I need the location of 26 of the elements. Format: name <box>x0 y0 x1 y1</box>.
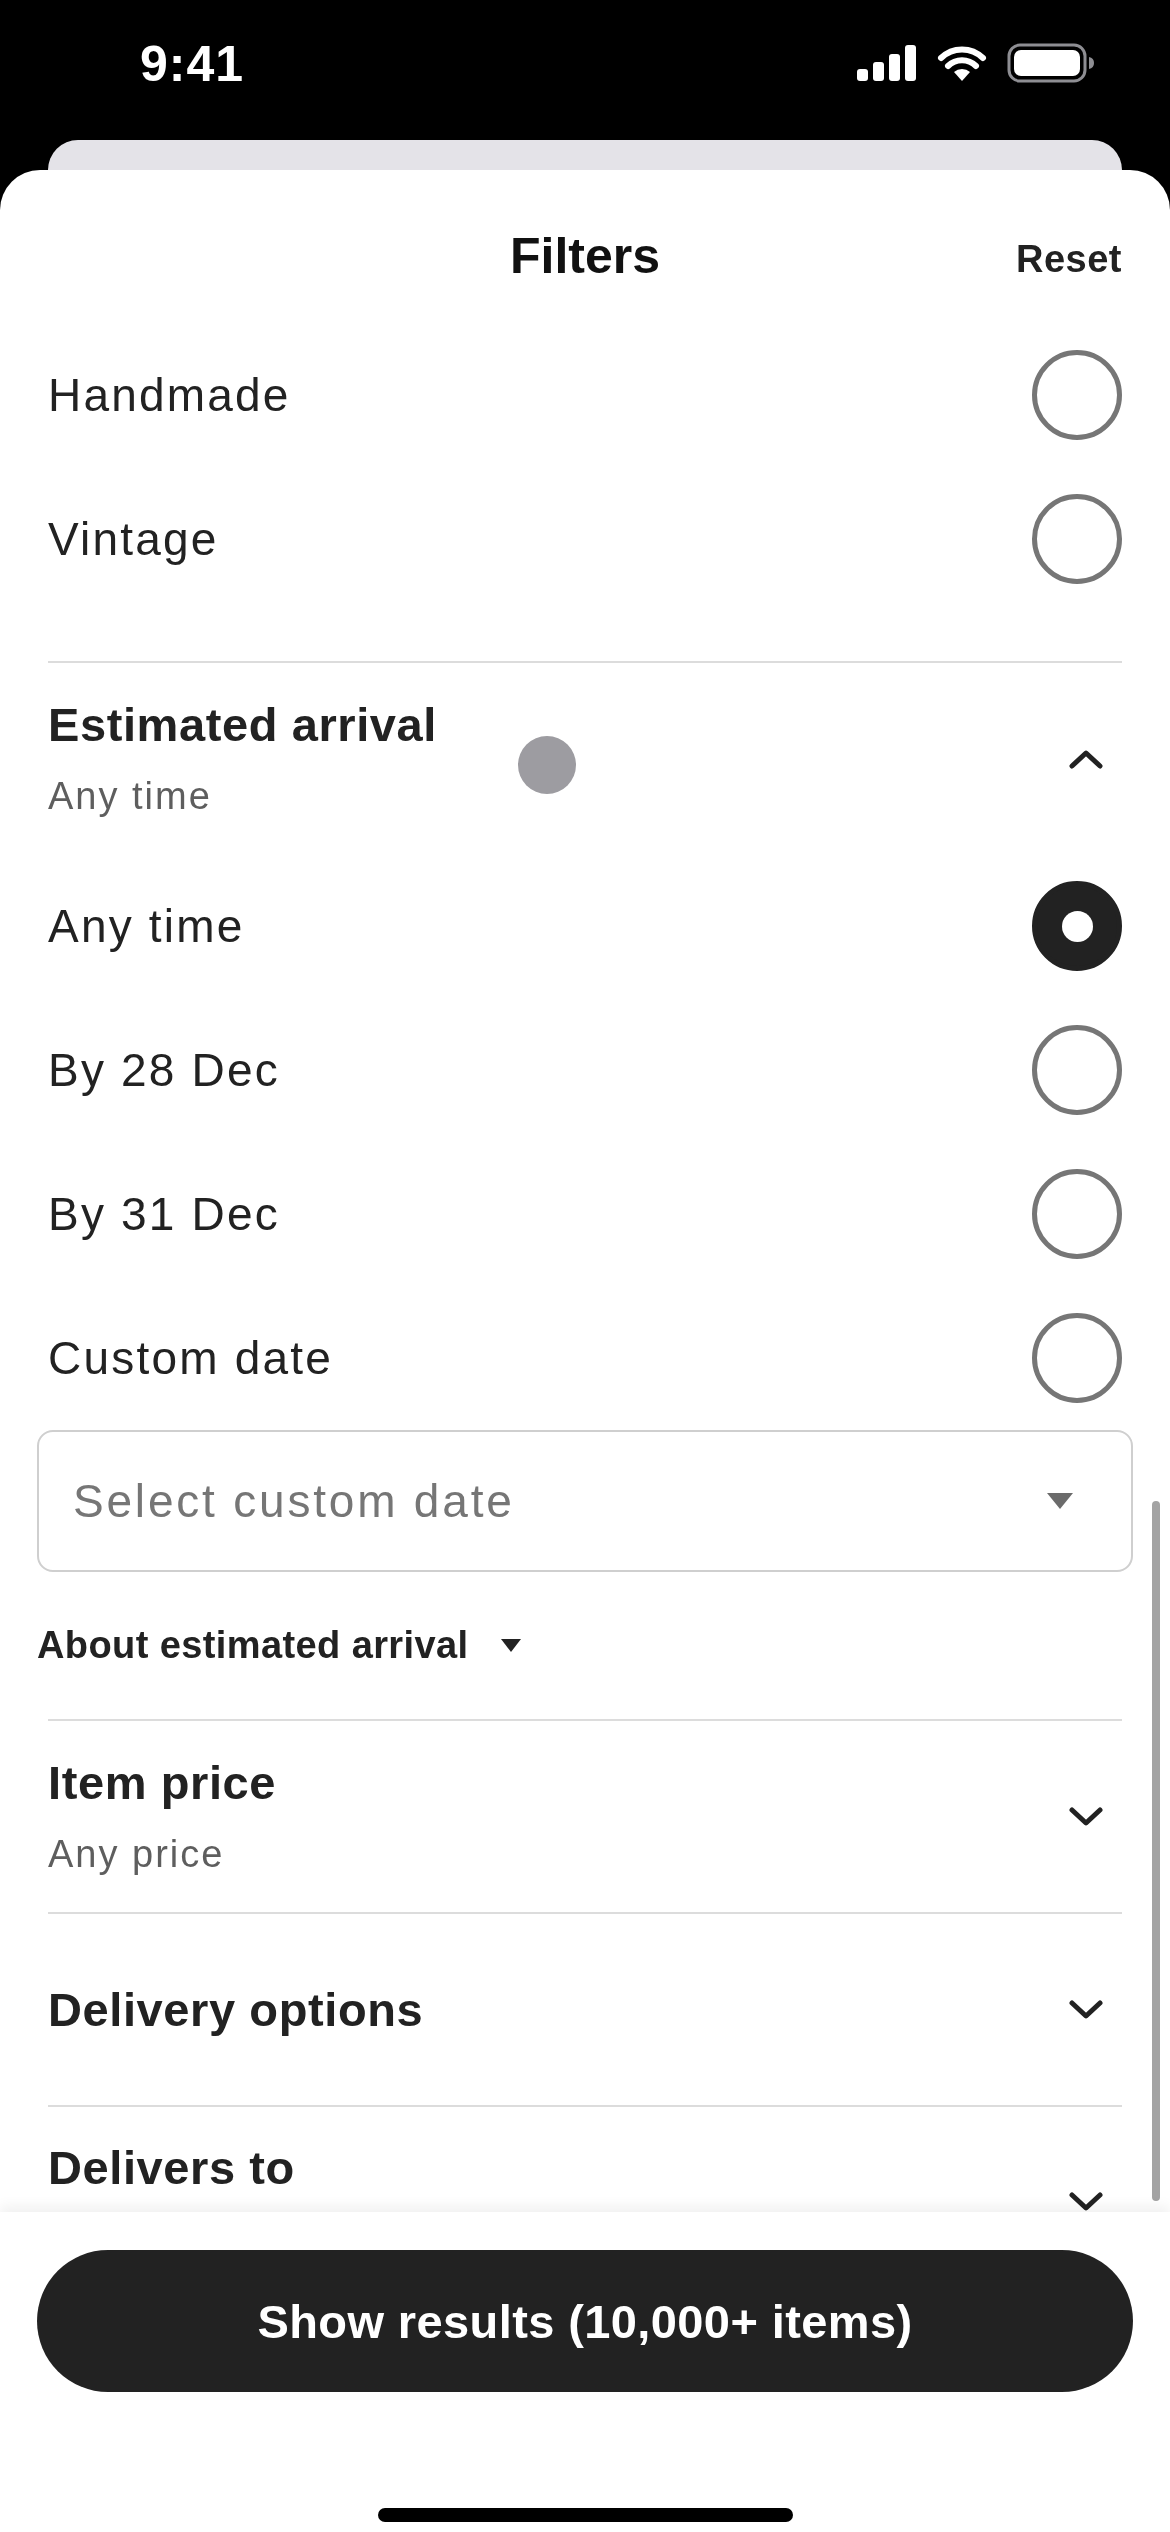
option-label: By 28 Dec <box>48 1043 280 1098</box>
section-title: Delivers to <box>48 2140 295 2196</box>
section-title: Delivery options <box>48 1981 424 2038</box>
show-results-button[interactable]: Show results (10,000+ items) <box>37 2250 1133 2392</box>
section-title: Item price <box>48 1755 277 1811</box>
option-label: Vintage <box>48 512 219 567</box>
option-label: Custom date <box>48 1331 333 1386</box>
section-summary: Any time <box>48 774 213 819</box>
reset-button[interactable]: Reset <box>1016 234 1122 284</box>
wifi-icon <box>937 45 987 81</box>
signal-icon <box>857 45 917 81</box>
status-time: 9:41 <box>140 35 245 94</box>
dropdown-triangle-icon <box>1047 1493 1073 1509</box>
sheet-title: Filters <box>509 228 661 284</box>
about-disclosure[interactable]: About estimated arrival <box>37 1621 521 1669</box>
chevron-down-icon[interactable] <box>1069 2192 1103 2212</box>
chevron-up-icon[interactable] <box>1069 748 1103 769</box>
chevron-down-icon[interactable] <box>1069 1806 1103 1827</box>
section-title: Estimated arrival <box>48 697 437 753</box>
battery-icon <box>1007 43 1095 83</box>
option-label: Any time <box>48 899 245 954</box>
date-select-field[interactable]: Select custom date <box>37 1430 1133 1572</box>
option-label: By 31 Dec <box>48 1187 280 1242</box>
option-label: Handmade <box>48 368 291 423</box>
section-summary: Any price <box>48 1832 226 1877</box>
chevron-down-icon[interactable] <box>1069 1999 1103 2020</box>
